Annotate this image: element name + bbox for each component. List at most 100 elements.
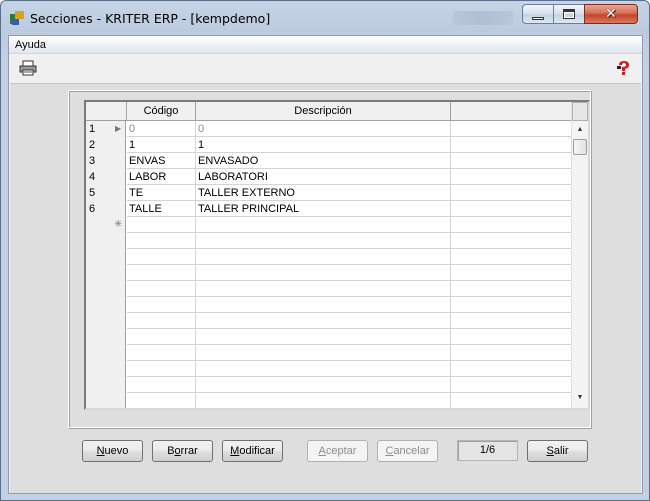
empty-grid-cell [127,249,196,265]
column-header-descripcion[interactable]: Descripción [196,102,451,121]
empty-grid-row [86,361,575,377]
cell-descripcion[interactable] [196,217,451,233]
empty-grid-cell [196,361,451,377]
borrar-label-rest: rrar [180,445,198,457]
empty-grid-cell [451,281,575,297]
empty-grid-cell [127,345,196,361]
cell-empty [451,121,575,137]
printer-icon[interactable] [19,60,37,76]
menu-ayuda[interactable]: Ayuda [15,39,46,51]
modificar-button[interactable]: Modificar [222,440,283,462]
cell-empty [451,137,575,153]
empty-grid-cell [127,233,196,249]
cancelar-button[interactable]: Cancelar [377,440,438,462]
secciones-grid[interactable]: Código Descripción 1 ▶ 0 0 2 1 1 3 ENVAS… [84,100,590,410]
table-row[interactable]: 6 TALLE TALLER PRINCIPAL [86,201,575,217]
current-row-arrow-icon: ▶ [115,124,122,133]
empty-grid-row [86,297,575,313]
empty-grid-cell [451,265,575,281]
empty-grid-cell [451,297,575,313]
maximize-button[interactable] [553,4,585,24]
empty-grid-cell [451,313,575,329]
cancelar-label-rest: ancelar [393,445,430,457]
row-number: 4 [89,171,96,183]
empty-grid-cell [451,377,575,393]
cell-empty [451,153,575,169]
empty-grid-row [86,377,575,393]
cell-descripcion[interactable]: TALLER PRINCIPAL [196,201,451,217]
empty-grid-cell [196,377,451,393]
modificar-label-rest: odificar [239,445,275,457]
cell-descripcion[interactable]: 1 [196,137,451,153]
new-row[interactable]: ✳ [86,217,575,233]
empty-grid-cell [451,233,575,249]
empty-grid-cell [127,313,196,329]
borrar-button[interactable]: Borrar [152,440,213,462]
empty-grid-cell [196,409,451,410]
cell-empty [451,217,575,233]
table-row[interactable]: 2 1 1 [86,137,575,153]
cell-empty [451,169,575,185]
salir-button[interactable]: Salir [527,440,588,462]
empty-grid-cell [451,329,575,345]
new-row-asterisk-icon: ✳ [114,219,123,230]
vertical-scrollbar[interactable]: ▲ ▼ [571,102,588,408]
empty-grid-cell [196,329,451,345]
cell-descripcion[interactable]: 0 [196,121,451,137]
row-number: 1 [89,123,96,135]
row-number: 5 [89,187,96,199]
empty-grid-row [86,329,575,345]
empty-grid-cell [196,313,451,329]
table-row[interactable]: 4 LABOR LABORATORI [86,169,575,185]
menu-bar: Ayuda [9,36,642,54]
empty-grid-cell [451,361,575,377]
cell-codigo[interactable]: 1 [127,137,196,153]
minimize-button[interactable] [522,4,554,24]
help-icon[interactable] [616,60,632,76]
cell-descripcion[interactable]: ENVASADO [196,153,451,169]
empty-grid-cell [451,345,575,361]
cell-descripcion[interactable]: LABORATORI [196,169,451,185]
scrollbar-header-cap [572,102,588,121]
empty-grid-cell [127,281,196,297]
row-header-corner [86,102,127,121]
empty-grid-cell [196,265,451,281]
cell-codigo[interactable] [127,217,196,233]
empty-grid-cell [196,249,451,265]
column-header-codigo[interactable]: Código [127,102,196,121]
row-number: 2 [89,139,96,151]
empty-grid-cell [196,281,451,297]
cell-codigo[interactable]: 0 [127,121,196,137]
scroll-down-arrow-icon[interactable]: ▼ [572,390,588,406]
empty-grid-cell [127,409,196,410]
close-icon: ✕ [605,6,617,22]
aceptar-button[interactable]: Aceptar [307,440,368,462]
cell-codigo[interactable]: ENVAS [127,153,196,169]
table-row[interactable]: 5 TE TALLER EXTERNO [86,185,575,201]
table-row[interactable]: 3 ENVAS ENVASADO [86,153,575,169]
cell-codigo[interactable]: TALLE [127,201,196,217]
empty-grid-cell [127,393,196,408]
empty-grid-cell [196,393,451,408]
cell-codigo[interactable]: TE [127,185,196,201]
empty-grid-cell [127,265,196,281]
close-button[interactable]: ✕ [584,4,638,24]
cell-descripcion[interactable]: TALLER EXTERNO [196,185,451,201]
empty-grid-cell [451,409,575,410]
row-number: 3 [89,155,96,167]
maximize-icon [563,9,575,19]
record-counter: 1/6 [457,440,518,461]
scroll-up-arrow-icon[interactable]: ▲ [572,122,588,138]
empty-grid-row [86,265,575,281]
empty-grid-cell [127,377,196,393]
content-area: Código Descripción 1 ▶ 0 0 2 1 1 3 ENVAS… [10,83,641,493]
cell-empty [451,201,575,217]
cell-codigo[interactable]: LABOR [127,169,196,185]
nuevo-button[interactable]: Nuevo [82,440,143,462]
app-window: Secciones - KRITER ERP - [kempdemo] ✕ Ay… [0,0,650,501]
scroll-thumb[interactable] [573,139,587,155]
title-bar[interactable]: Secciones - KRITER ERP - [kempdemo] ✕ [1,1,649,35]
table-row[interactable]: 1 ▶ 0 0 [86,121,575,137]
empty-grid-row [86,281,575,297]
empty-grid-row [86,393,575,408]
